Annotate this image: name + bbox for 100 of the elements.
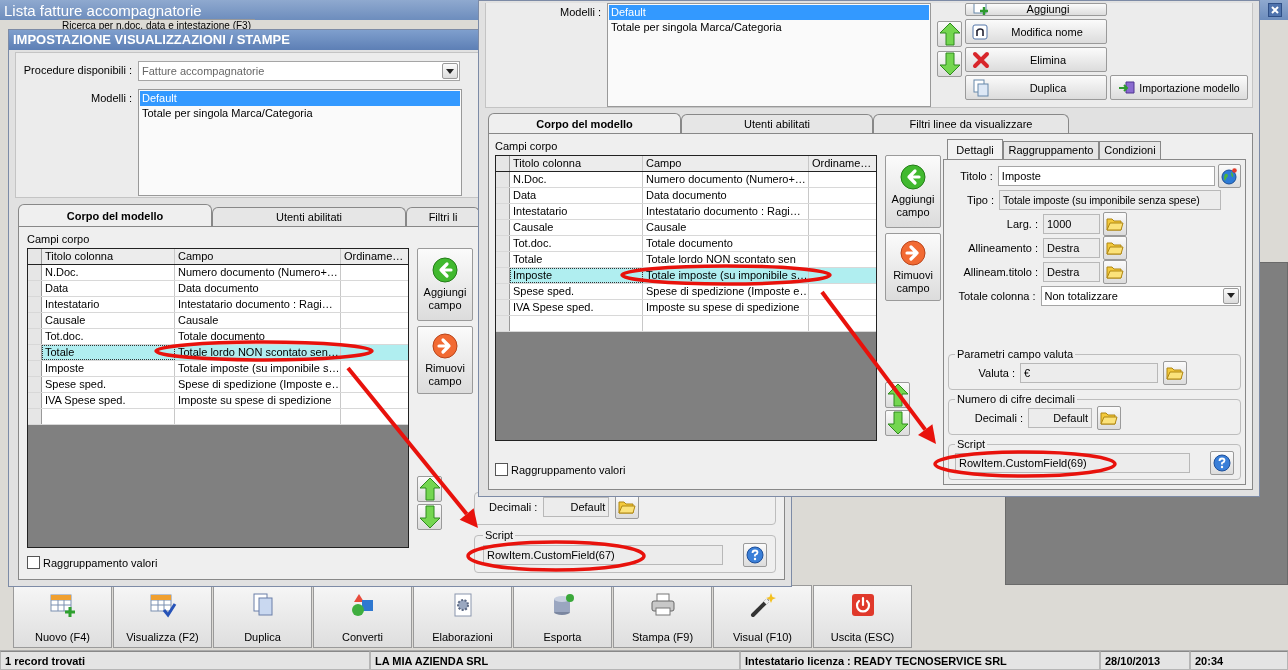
column-header[interactable]: Titolo colonna [42, 249, 175, 264]
tab[interactable]: Utenti abilitati [681, 114, 873, 133]
folder-icon [1106, 263, 1124, 280]
model-button[interactable]: Modifica nome [965, 19, 1107, 44]
column-header[interactable]: Campo [175, 249, 341, 264]
row-header [496, 268, 510, 283]
tab[interactable]: Corpo del modello [18, 204, 212, 226]
folder-button[interactable] [1103, 259, 1127, 284]
table-cell: Spese sped. [510, 284, 643, 299]
help-button[interactable] [743, 543, 767, 567]
table-row[interactable]: IVA Spese sped. Imposte su spese di spedizione [496, 300, 876, 316]
table-cell: Spese di spedizione (Imposte e… [175, 377, 341, 392]
total-dropdown[interactable]: Non totalizzare [1040, 285, 1241, 306]
row-header [28, 329, 42, 344]
readonly-field[interactable]: Destra [1043, 261, 1100, 282]
table-row[interactable]: IVA Spese sped. Imposte su spese di spedizione [28, 393, 408, 409]
table-row[interactable]: Intestatario Intestatario documento : Ragi… [496, 204, 876, 220]
remove-field-button[interactable]: Rimuovi campo [417, 326, 473, 394]
translate-button[interactable] [1217, 163, 1241, 188]
table-cell: N.Doc. [510, 172, 643, 187]
table-row[interactable]: Tot.doc. Totale documento [28, 329, 408, 345]
tab[interactable]: Dettagli [947, 139, 1003, 159]
caret-icon [1227, 293, 1235, 298]
folder-button[interactable] [615, 495, 640, 519]
model-button[interactable]: Duplica [965, 75, 1107, 100]
readonly-field[interactable]: Destra [1043, 237, 1100, 258]
table-row[interactable]: Totale Totale lordo NON scontato sen [496, 252, 876, 268]
move-up-button[interactable] [417, 476, 442, 502]
field-label: Valuta : [977, 367, 1015, 379]
model-button[interactable]: Aggiungi [965, 3, 1107, 16]
currency-field[interactable]: € [1020, 363, 1158, 383]
dropdown-button[interactable] [442, 63, 458, 79]
printer-icon [648, 592, 677, 618]
toolbar-button[interactable]: Stampa (F9) [613, 585, 712, 648]
checkbox[interactable] [495, 463, 508, 476]
toolbar-button[interactable]: Visual (F10) [713, 585, 812, 648]
input-field[interactable]: Imposte [997, 165, 1215, 186]
table-row[interactable]: Data Data documento [28, 281, 408, 297]
down-arrow-icon [886, 411, 909, 435]
column-header[interactable]: Titolo colonna [510, 156, 643, 171]
tab[interactable]: Condizioni [1099, 141, 1161, 159]
column-header[interactable]: Ordiname… [341, 249, 408, 264]
table-row[interactable]: Causale Causale [28, 313, 408, 329]
add-field-button[interactable]: Aggiungi campo [885, 155, 941, 228]
table-row[interactable]: Tot.doc. Totale documento [496, 236, 876, 252]
tab[interactable]: Filtri li [406, 207, 480, 226]
table-row[interactable]: Intestatario Intestatario documento : Ragi… [28, 297, 408, 313]
move-up-button[interactable] [937, 21, 962, 47]
add-field-button[interactable]: Aggiungi campo [417, 248, 473, 321]
table-row[interactable]: N.Doc. Numero documento (Numero+… [496, 172, 876, 188]
row-header [28, 377, 42, 392]
table-row[interactable]: Spese sped. Spese di spedizione (Imposte e… [496, 284, 876, 300]
folder-button[interactable] [1103, 235, 1127, 260]
folder-button[interactable] [1097, 406, 1121, 430]
dropdown-button[interactable] [1223, 287, 1239, 304]
column-header[interactable]: Ordiname… [809, 156, 876, 171]
table-row[interactable]: Data Data documento [496, 188, 876, 204]
group-title: Parametri campo valuta [956, 348, 1075, 360]
table-cell: Intestatario [510, 204, 643, 219]
move-down-button[interactable] [937, 51, 962, 77]
list-item[interactable]: Totale per singola Marca/Categoria [140, 106, 460, 121]
toolbar-button[interactable]: Converti [313, 585, 412, 648]
tab[interactable]: Raggruppamento [1003, 141, 1099, 159]
column-header[interactable]: Campo [643, 156, 809, 171]
move-down-button[interactable] [885, 410, 910, 436]
folder-button[interactable] [1103, 211, 1127, 236]
table-cell: Imposte su spese di spedizione [175, 393, 341, 408]
field-label: Decimali : [973, 412, 1023, 424]
close-button[interactable] [1268, 3, 1282, 17]
toolbar-button[interactable]: Visualizza (F2) [113, 585, 212, 648]
table-row[interactable]: Spese sped. Spese di spedizione (Imposte e… [28, 377, 408, 393]
row-header [496, 236, 510, 251]
help-button[interactable] [1210, 451, 1234, 475]
toolbar-button[interactable]: Elaborazioni [413, 585, 512, 648]
readonly-field[interactable]: 1000 [1043, 213, 1100, 234]
procedure-dropdown[interactable]: Fatture accompagnatorie [138, 61, 460, 81]
model-button[interactable]: Elimina [965, 47, 1107, 72]
table-row[interactable]: Imposte Totale imposte (su imponibile s… [28, 361, 408, 377]
folder-button[interactable] [1163, 361, 1187, 385]
row-header [496, 204, 510, 219]
decimals-field[interactable]: Default [543, 497, 610, 517]
decimals-field[interactable]: Default [1028, 408, 1092, 428]
tab[interactable]: Corpo del modello [488, 113, 681, 133]
table-add-icon [48, 592, 77, 618]
toolbar-button[interactable]: Nuovo (F4) [13, 585, 112, 648]
move-down-button[interactable] [417, 504, 442, 530]
toolbar-button[interactable]: Uscita (ESC) [813, 585, 912, 648]
import-button[interactable]: Importazione modello [1110, 75, 1248, 100]
table-cell: Numero documento (Numero+… [643, 172, 809, 187]
script-field[interactable]: RowItem.CustomField(67) [483, 545, 723, 565]
toolbar-button[interactable]: Esporta [513, 585, 612, 648]
table-row[interactable]: N.Doc. Numero documento (Numero+… [28, 265, 408, 281]
tab[interactable]: Filtri linee da visualizzare [873, 114, 1069, 133]
table-row[interactable]: Causale Causale [496, 220, 876, 236]
up-arrow-icon [886, 383, 909, 407]
tab[interactable]: Utenti abilitati [212, 207, 406, 226]
field-label: Modelli : [559, 5, 602, 18]
remove-field-button[interactable]: Rimuovi campo [885, 233, 941, 301]
checkbox[interactable] [27, 556, 40, 569]
toolbar-button[interactable]: Duplica [213, 585, 312, 648]
